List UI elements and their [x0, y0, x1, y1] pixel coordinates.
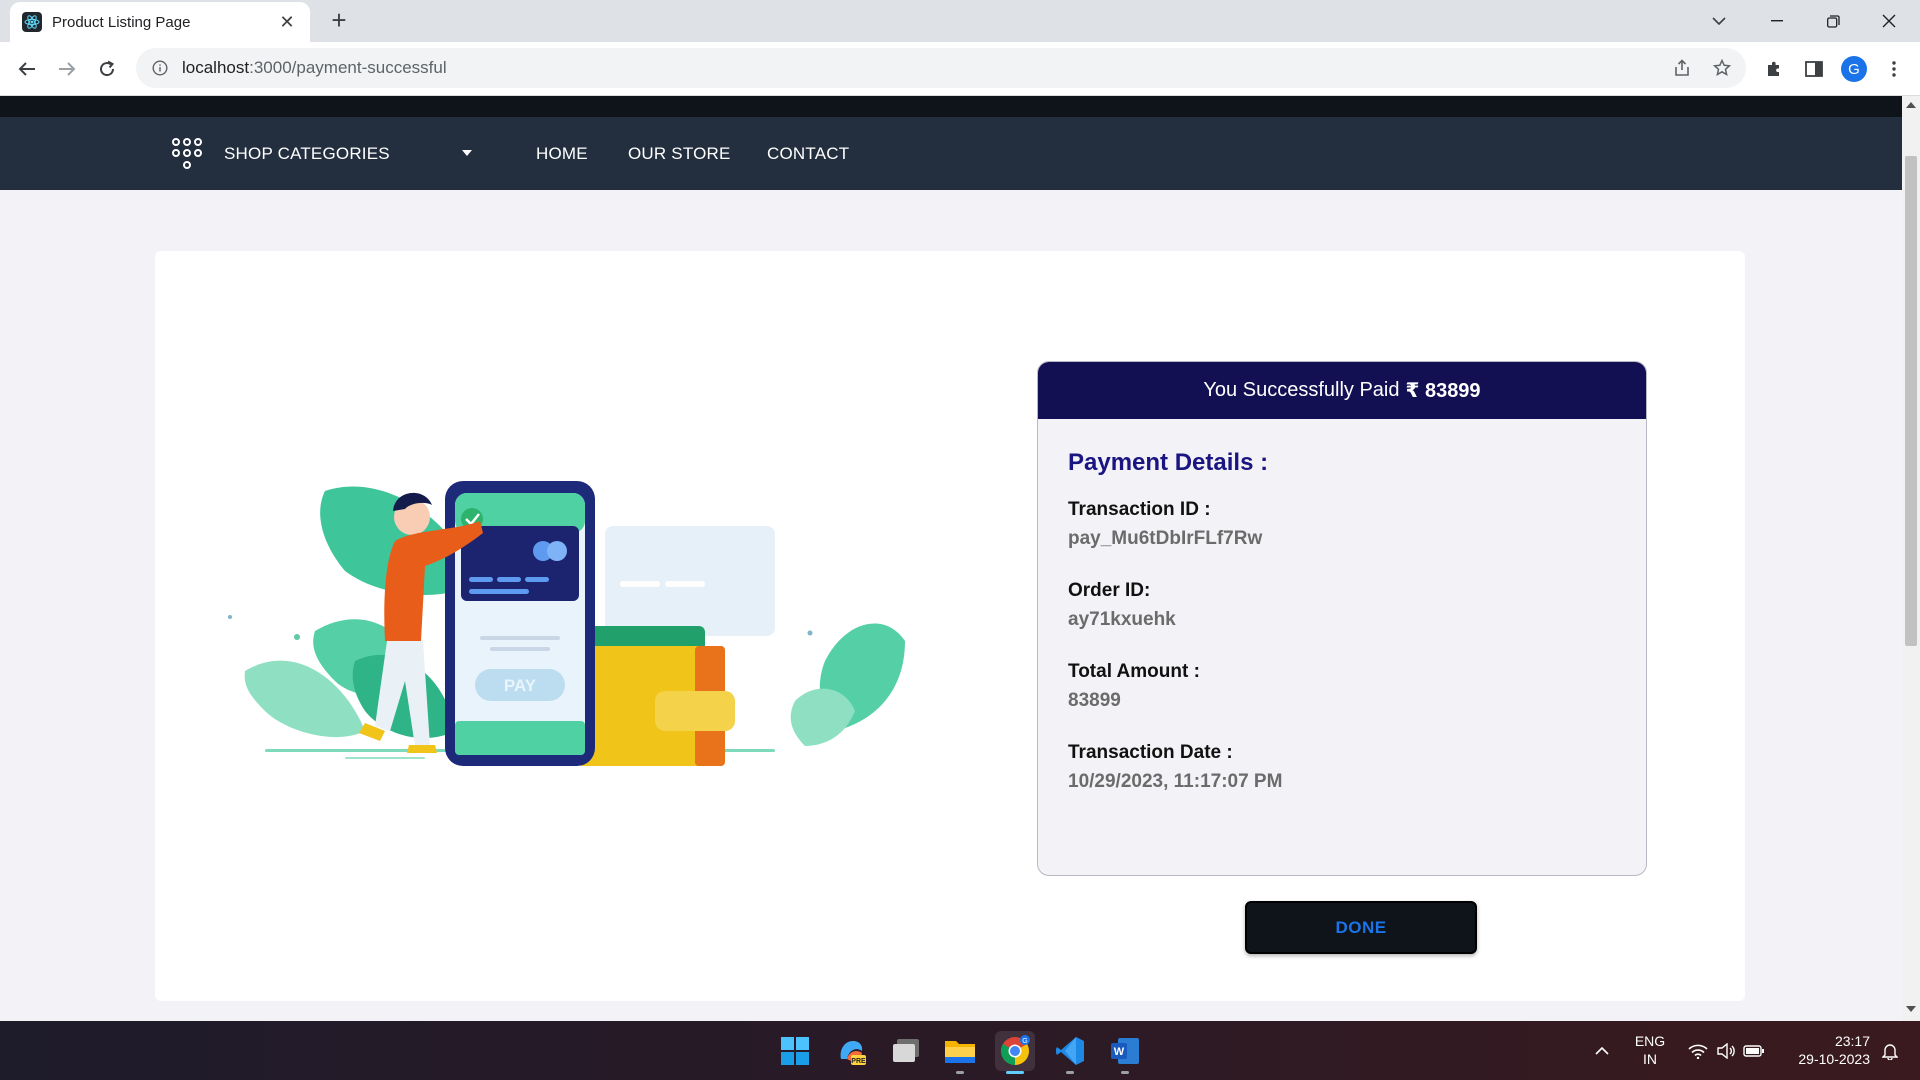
bookmark-star-icon[interactable]: [1708, 54, 1736, 82]
copilot-pre-icon[interactable]: PRE: [831, 1031, 871, 1071]
url-text: localhost:3000/payment-successful: [182, 58, 447, 77]
transaction-date-field: Transaction Date : 10/29/2023, 11:17:07 …: [1068, 742, 1616, 793]
tab-title: Product Listing Page: [52, 13, 191, 31]
browser-toolbar: localhost:3000/payment-successful G: [0, 42, 1920, 96]
done-button[interactable]: DONE: [1245, 901, 1477, 954]
field-label: Transaction ID :: [1068, 499, 1211, 520]
browser-tab[interactable]: Product Listing Page ✕: [10, 2, 310, 42]
scroll-up-arrow-icon[interactable]: [1906, 102, 1916, 108]
chrome-menu-icon[interactable]: [1880, 55, 1908, 83]
nav-link-contact[interactable]: CONTACT: [767, 117, 849, 190]
close-window-icon[interactable]: [1874, 8, 1904, 34]
active-indicator: [1006, 1071, 1024, 1074]
share-icon[interactable]: [1668, 54, 1696, 82]
tab-search-chevron-icon[interactable]: [1704, 8, 1734, 34]
total-amount-field: Total Amount : 83899: [1068, 661, 1616, 712]
payment-success-card: PAY You Successfully Paid ₹ 83899 Paymen…: [155, 251, 1745, 1001]
new-tab-icon[interactable]: +: [326, 7, 352, 34]
field-value: ay71kxuehk: [1068, 609, 1176, 630]
payment-illustration: PAY: [228, 481, 905, 766]
shop-categories-dropdown[interactable]: SHOP CATEGORIES: [172, 117, 390, 190]
task-view-icon[interactable]: [886, 1031, 926, 1071]
categories-label: SHOP CATEGORIES: [224, 143, 390, 163]
svg-text:W: W: [1114, 1046, 1125, 1058]
reload-icon[interactable]: [93, 55, 121, 83]
top-strip: [0, 96, 1902, 117]
profile-initial: G: [1841, 56, 1867, 82]
svg-text:PRE: PRE: [851, 1058, 866, 1065]
react-favicon-icon: [22, 12, 42, 32]
transaction-id-field: Transaction ID : pay_Mu6tDbIrFLf7Rw: [1068, 499, 1616, 550]
running-indicator: [1121, 1071, 1129, 1074]
field-value: pay_Mu6tDbIrFLf7Rw: [1068, 528, 1263, 549]
word-icon[interactable]: W: [1105, 1031, 1145, 1074]
svg-text:G: G: [1022, 1038, 1027, 1045]
profile-avatar[interactable]: G: [1840, 55, 1868, 83]
order-id-field: Order ID: ay71kxuehk: [1068, 580, 1616, 631]
page-viewport: SHOP CATEGORIES HOME OUR STORE CONTACT P…: [0, 96, 1902, 1021]
running-indicator: [1066, 1071, 1074, 1074]
pay-illustration-label: PAY: [504, 676, 537, 695]
forward-arrow-icon[interactable]: [53, 55, 81, 83]
back-arrow-icon[interactable]: [13, 55, 41, 83]
main-navbar: SHOP CATEGORIES HOME OUR STORE CONTACT: [0, 117, 1902, 190]
clock-time: 23:17: [1834, 1033, 1870, 1049]
chrome-taskbar-icon[interactable]: G: [995, 1031, 1035, 1074]
running-indicator: [956, 1071, 964, 1074]
paid-amount: ₹ 83899: [1405, 380, 1481, 402]
site-info-icon[interactable]: [150, 58, 170, 78]
page-scrollbar[interactable]: [1902, 96, 1920, 1021]
clock-date: 29-10-2023: [1798, 1051, 1870, 1067]
success-text: You Successfully Paid: [1203, 379, 1400, 401]
restore-icon[interactable]: [1818, 8, 1848, 34]
scroll-down-arrow-icon[interactable]: [1906, 1006, 1916, 1012]
field-label: Transaction Date :: [1068, 742, 1233, 763]
language-indicator[interactable]: ENG IN: [1630, 1032, 1670, 1068]
nav-link-our-store[interactable]: OUR STORE: [628, 117, 731, 190]
nav-link-home[interactable]: HOME: [536, 117, 588, 190]
windows-taskbar: PRE G W ENG IN 23:17 29-10-2023: [0, 1021, 1920, 1080]
lang-bottom: IN: [1643, 1051, 1657, 1067]
file-explorer-icon[interactable]: [940, 1031, 980, 1074]
payment-details-body: Payment Details : Transaction ID : pay_M…: [1038, 419, 1646, 853]
field-value: 10/29/2023, 11:17:07 PM: [1068, 771, 1283, 792]
address-bar[interactable]: localhost:3000/payment-successful: [136, 48, 1746, 88]
side-panel-icon[interactable]: [1800, 55, 1828, 83]
field-value: 83899: [1068, 690, 1121, 711]
windows-start-icon[interactable]: [775, 1031, 815, 1071]
battery-icon[interactable]: [1736, 1031, 1772, 1071]
payment-details-box: You Successfully Paid ₹ 83899 Payment De…: [1037, 361, 1647, 876]
field-label: Total Amount :: [1068, 661, 1200, 682]
lang-top: ENG: [1634, 1033, 1666, 1049]
tab-strip: Product Listing Page ✕ +: [0, 0, 1920, 42]
minimize-icon[interactable]: [1762, 8, 1792, 34]
tab-close-icon[interactable]: ✕: [276, 12, 298, 33]
notification-bell-icon[interactable]: [1872, 1031, 1908, 1071]
caret-down-icon[interactable]: [462, 150, 472, 156]
payment-success-header: You Successfully Paid ₹ 83899: [1038, 362, 1646, 419]
vscode-icon[interactable]: [1050, 1031, 1090, 1074]
scrollbar-thumb[interactable]: [1905, 156, 1917, 646]
field-label: Order ID:: [1068, 580, 1151, 601]
extensions-puzzle-icon[interactable]: [1760, 55, 1788, 83]
categories-grid-icon: [172, 137, 204, 170]
clock[interactable]: 23:17 29-10-2023: [1780, 1032, 1870, 1068]
payment-details-title: Payment Details :: [1068, 449, 1269, 476]
tray-chevron-up-icon[interactable]: [1582, 1031, 1622, 1071]
